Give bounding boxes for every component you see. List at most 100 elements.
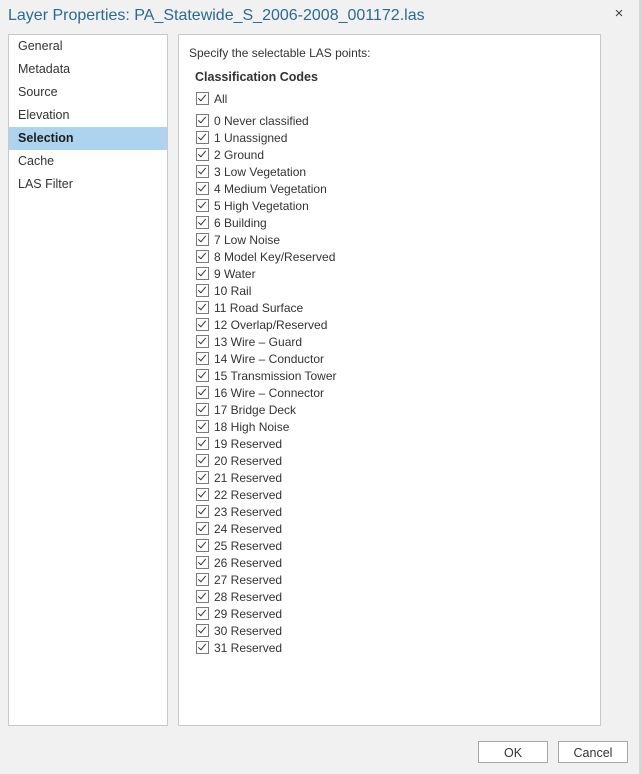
checkbox-label: 21 Reserved — [214, 470, 283, 485]
checkbox-checked-icon[interactable] — [196, 131, 209, 144]
checkbox-label: 31 Reserved — [214, 640, 283, 655]
checkbox-checked-icon[interactable] — [196, 556, 209, 569]
checkbox-label: 7 Low Noise — [214, 232, 281, 247]
sidebar-item-elevation[interactable]: Elevation — [9, 104, 167, 127]
classification-code-checkbox[interactable]: 28 Reserved — [196, 588, 282, 605]
sidebar-item-las-filter[interactable]: LAS Filter — [9, 173, 167, 196]
classification-code-checkbox[interactable]: 23 Reserved — [196, 503, 282, 520]
classification-code-checkbox[interactable]: 31 Reserved — [196, 639, 282, 656]
checkbox-label: 25 Reserved — [214, 538, 283, 553]
checkbox-checked-icon[interactable] — [196, 352, 209, 365]
classification-code-checkbox[interactable]: 2 Ground — [196, 146, 264, 163]
checkbox-label: 3 Low Vegetation — [214, 164, 307, 179]
panel-heading: Specify the selectable LAS points: — [189, 46, 371, 60]
classification-code-checkbox[interactable]: 24 Reserved — [196, 520, 282, 537]
checkbox-checked-icon[interactable] — [196, 420, 209, 433]
checkbox-checked-icon[interactable] — [196, 624, 209, 637]
checkbox-checked-icon[interactable] — [196, 182, 209, 195]
checkbox-label: 27 Reserved — [214, 572, 283, 587]
checkbox-label: All — [214, 91, 228, 106]
sidebar-item-source[interactable]: Source — [9, 81, 167, 104]
classification-code-checkbox[interactable]: 18 High Noise — [196, 418, 289, 435]
checkbox-checked-icon[interactable] — [196, 267, 209, 280]
close-icon[interactable]: × — [611, 6, 627, 22]
checkbox-checked-icon[interactable] — [196, 573, 209, 586]
classification-code-checkbox[interactable]: 14 Wire – Conductor — [196, 350, 324, 367]
classification-code-checkbox[interactable]: 1 Unassigned — [196, 129, 287, 146]
checkbox-label: 11 Road Surface — [214, 300, 304, 315]
sidebar-item-general[interactable]: General — [9, 35, 167, 58]
classification-code-checkbox[interactable]: 17 Bridge Deck — [196, 401, 296, 418]
sidebar-item-cache[interactable]: Cache — [9, 150, 167, 173]
checkbox-label: 14 Wire – Conductor — [214, 351, 325, 366]
classification-code-checkbox[interactable]: 7 Low Noise — [196, 231, 280, 248]
classification-code-checkbox[interactable]: 30 Reserved — [196, 622, 282, 639]
checkbox-checked-icon[interactable] — [196, 318, 209, 331]
checkbox-checked-icon[interactable] — [196, 301, 209, 314]
sidebar-item-selection[interactable]: Selection — [9, 127, 167, 150]
checkbox-checked-icon[interactable] — [196, 471, 209, 484]
classification-code-checkbox[interactable]: 8 Model Key/Reserved — [196, 248, 335, 265]
checkbox-label: 12 Overlap/Reserved — [214, 317, 328, 332]
checkbox-checked-icon[interactable] — [196, 335, 209, 348]
classification-code-checkbox[interactable]: 26 Reserved — [196, 554, 282, 571]
checkbox-checked-icon[interactable] — [196, 437, 209, 450]
checkbox-checked-icon[interactable] — [196, 148, 209, 161]
checkbox-label: 23 Reserved — [214, 504, 283, 519]
cancel-button[interactable]: Cancel — [558, 741, 628, 763]
checkbox-checked-icon[interactable] — [196, 284, 209, 297]
sidebar-item-metadata[interactable]: Metadata — [9, 58, 167, 81]
checkbox-checked-icon[interactable] — [196, 216, 209, 229]
checkbox-label: 0 Never classified — [214, 113, 309, 128]
classification-code-checkbox[interactable]: 6 Building — [196, 214, 267, 231]
all-checkbox[interactable]: All — [196, 90, 227, 107]
checkbox-checked-icon[interactable] — [196, 522, 209, 535]
classification-code-checkbox[interactable]: 13 Wire – Guard — [196, 333, 302, 350]
classification-code-checkbox[interactable]: 22 Reserved — [196, 486, 282, 503]
classification-code-checkbox[interactable]: 0 Never classified — [196, 112, 309, 129]
classification-code-checkbox[interactable]: 10 Rail — [196, 282, 251, 299]
checkbox-checked-icon[interactable] — [196, 403, 209, 416]
classification-code-checkbox[interactable]: 12 Overlap/Reserved — [196, 316, 327, 333]
checkbox-checked-icon[interactable] — [196, 250, 209, 263]
checkbox-label: 24 Reserved — [214, 521, 283, 536]
checkbox-checked-icon[interactable] — [196, 590, 209, 603]
checkbox-checked-icon[interactable] — [196, 92, 209, 105]
checkbox-checked-icon[interactable] — [196, 539, 209, 552]
classification-code-checkbox[interactable]: 19 Reserved — [196, 435, 282, 452]
checkbox-checked-icon[interactable] — [196, 607, 209, 620]
classification-code-checkbox[interactable]: 27 Reserved — [196, 571, 282, 588]
checkbox-label: 13 Wire – Guard — [214, 334, 303, 349]
checkbox-checked-icon[interactable] — [196, 165, 209, 178]
classification-code-checkbox[interactable]: 25 Reserved — [196, 537, 282, 554]
checkbox-label: 1 Unassigned — [214, 130, 288, 145]
classification-code-checkbox[interactable]: 4 Medium Vegetation — [196, 180, 327, 197]
classification-code-checkbox[interactable]: 11 Road Surface — [196, 299, 303, 316]
checkbox-label: 18 High Noise — [214, 419, 290, 434]
classification-code-checkbox[interactable]: 21 Reserved — [196, 469, 282, 486]
ok-button[interactable]: OK — [478, 741, 548, 763]
classification-code-checkbox[interactable]: 15 Transmission Tower — [196, 367, 337, 384]
classification-code-checkbox[interactable]: 3 Low Vegetation — [196, 163, 306, 180]
checkbox-checked-icon[interactable] — [196, 454, 209, 467]
checkbox-checked-icon[interactable] — [196, 505, 209, 518]
checkbox-label: 29 Reserved — [214, 606, 283, 621]
checkbox-checked-icon[interactable] — [196, 199, 209, 212]
checkbox-label: 17 Bridge Deck — [214, 402, 297, 417]
checkbox-checked-icon[interactable] — [196, 641, 209, 654]
checkbox-label: 4 Medium Vegetation — [214, 181, 327, 196]
classification-code-checkbox[interactable]: 29 Reserved — [196, 605, 282, 622]
classification-code-checkbox[interactable]: 20 Reserved — [196, 452, 282, 469]
classification-code-checkbox[interactable]: 5 High Vegetation — [196, 197, 309, 214]
checkbox-checked-icon[interactable] — [196, 386, 209, 399]
checkbox-label: 30 Reserved — [214, 623, 283, 638]
classification-code-checkbox[interactable]: 16 Wire – Connector — [196, 384, 324, 401]
checkbox-label: 19 Reserved — [214, 436, 283, 451]
checkbox-label: 26 Reserved — [214, 555, 283, 570]
checkbox-checked-icon[interactable] — [196, 488, 209, 501]
checkbox-checked-icon[interactable] — [196, 114, 209, 127]
classification-code-checkbox[interactable]: 9 Water — [196, 265, 256, 282]
checkbox-label: 16 Wire – Connector — [214, 385, 325, 400]
checkbox-checked-icon[interactable] — [196, 369, 209, 382]
checkbox-checked-icon[interactable] — [196, 233, 209, 246]
